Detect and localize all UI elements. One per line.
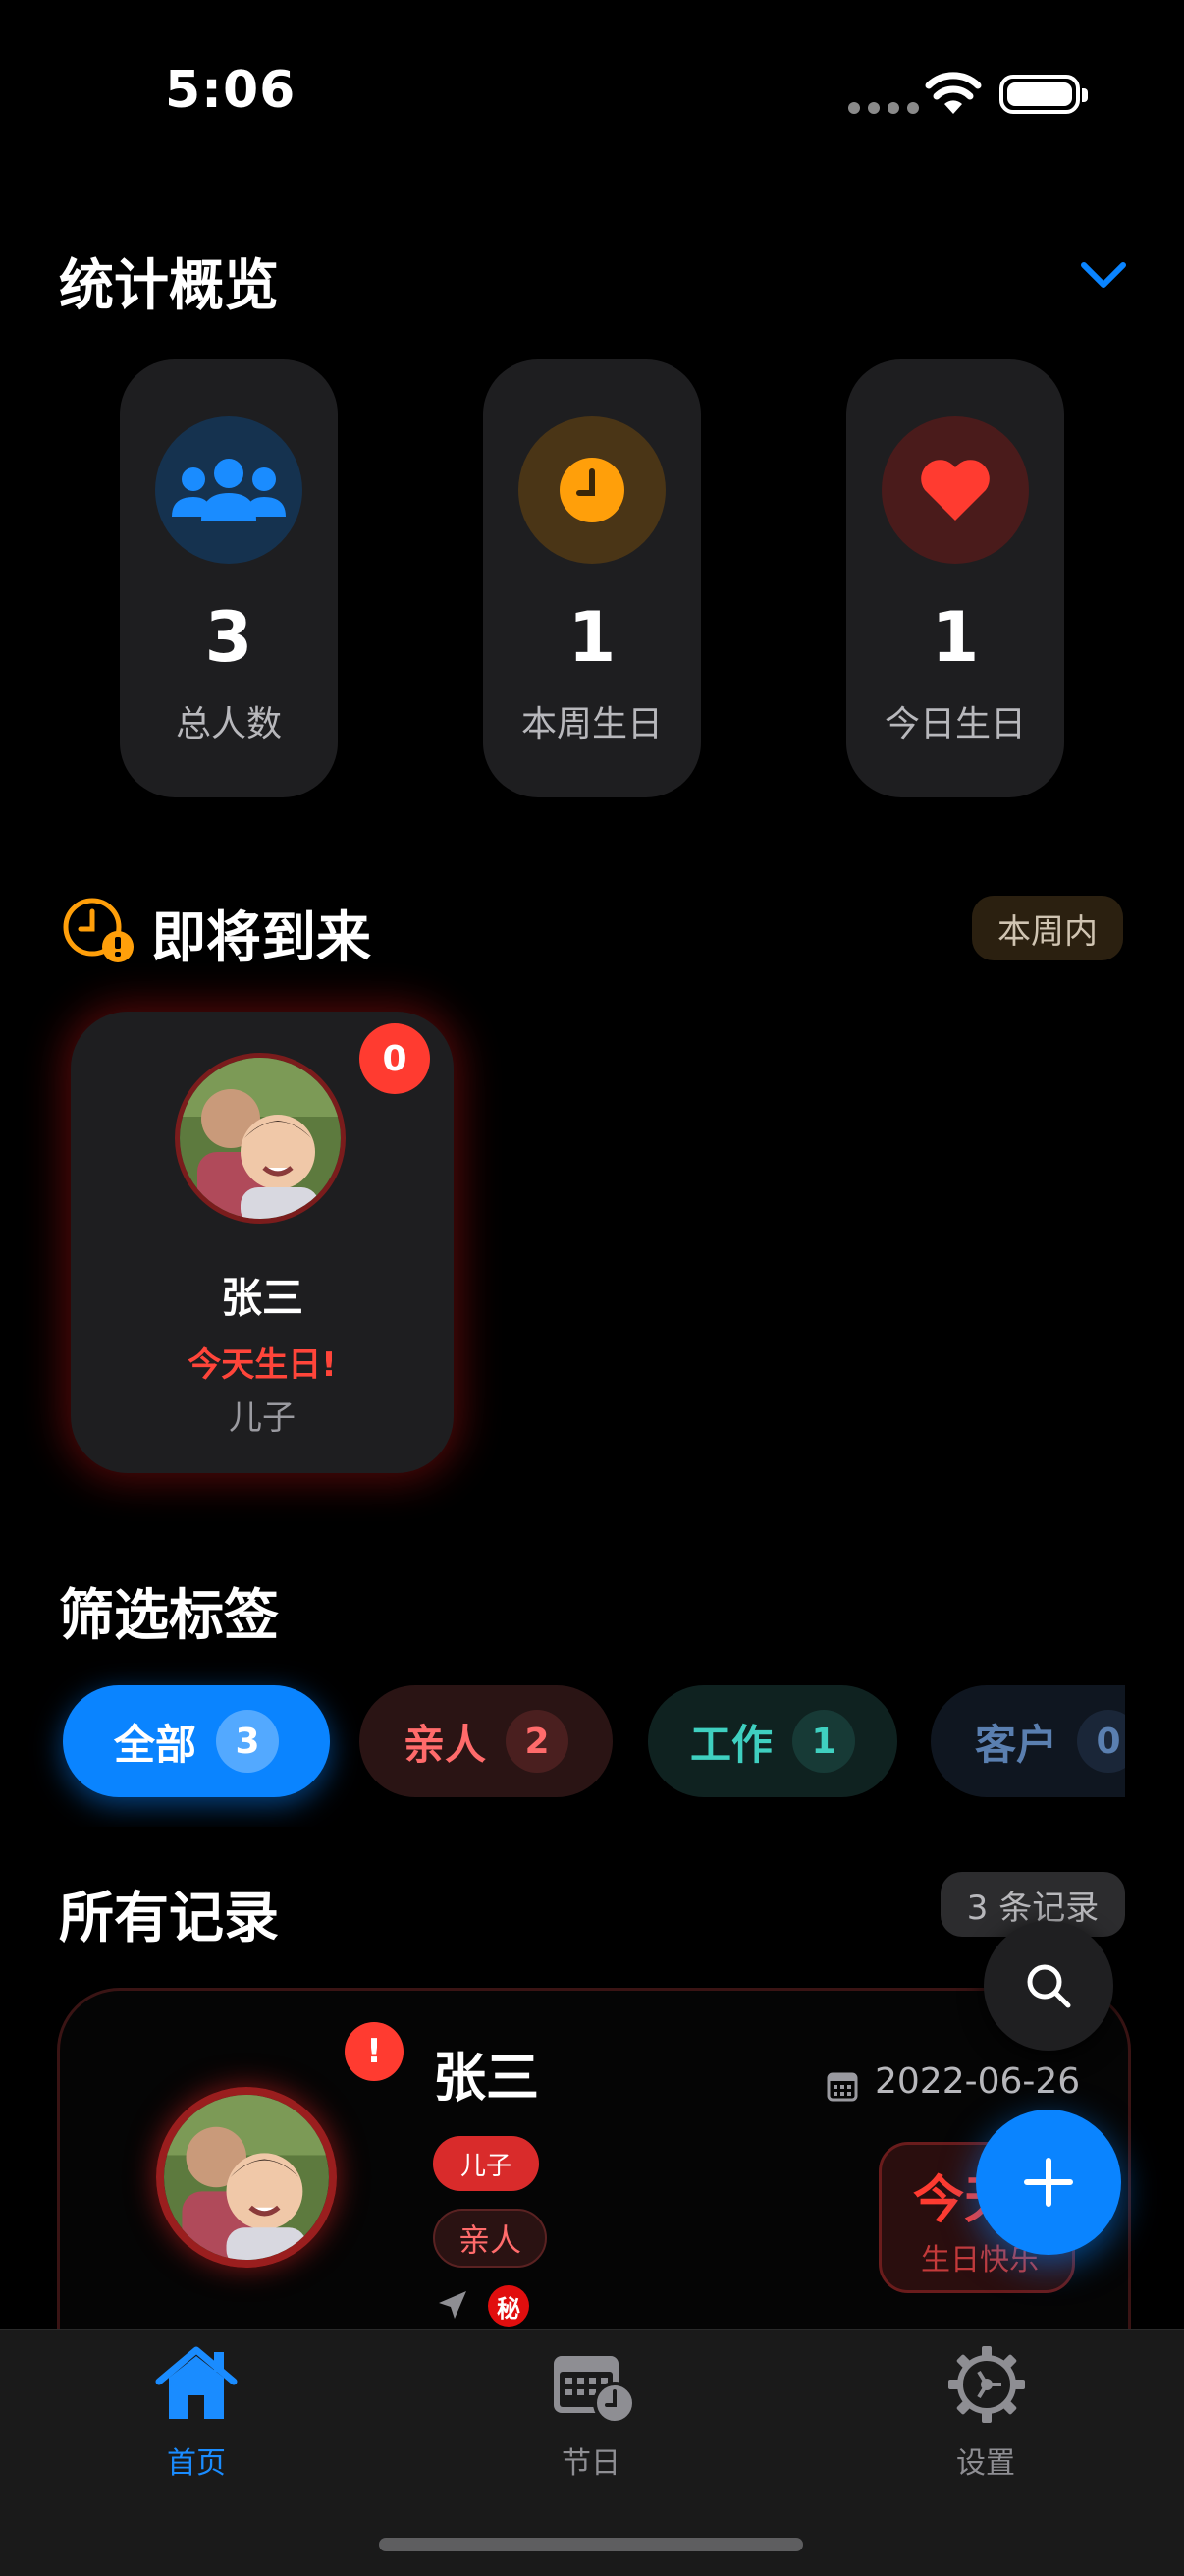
chip-count: 1 [792,1710,855,1773]
avatar [175,1053,346,1224]
filter-chip-client[interactable]: 客户 0 [931,1685,1125,1797]
cellular-signal-icon [848,102,919,114]
clock-alert-icon [63,898,134,962]
upcoming-title: 即将到来 [151,906,371,970]
search-button[interactable] [984,1921,1113,2051]
upcoming-card[interactable]: 0 张三 今天生日! 儿子 [71,1012,454,1473]
person-name: 张三 [433,2047,539,2109]
stat-label: 今日生日 [884,704,1026,744]
filter-chip-family[interactable]: 亲人 2 [359,1685,613,1797]
tab-holidays[interactable]: 节日 [512,2344,670,2501]
upcoming-range-badge: 本周内 [972,896,1123,960]
stat-card-week[interactable]: 1 本周生日 [483,359,701,797]
chip-count: 3 [216,1710,279,1773]
chip-count: 2 [506,1710,568,1773]
stat-value: 3 [204,597,253,678]
chevron-down-icon[interactable] [1078,257,1129,293]
stat-card-total[interactable]: 3 总人数 [120,359,338,797]
tab-label: 首页 [167,2446,226,2481]
stat-value: 1 [931,597,980,678]
birthday-status: 今天生日! [188,1345,337,1385]
filter-chip-all[interactable]: 全部 3 [63,1685,330,1797]
battery-icon [999,75,1088,114]
filter-chip-row[interactable]: 全部 3 亲人 2 工作 1 客户 0 [0,1660,1125,1827]
records-title: 所有记录 [59,1887,279,1950]
stat-value: 1 [567,597,617,678]
wifi-icon [925,72,982,114]
gear-icon [948,2346,1025,2423]
home-icon [155,2346,238,2419]
home-indicator [379,2538,803,2551]
people-icon [155,416,302,564]
avatar [156,2087,337,2268]
group-tag: 亲人 [433,2209,547,2268]
record-date: 2022-06-26 [875,2061,1081,2102]
person-name: 张三 [220,1274,303,1322]
calendar-clock-icon [554,2356,636,2425]
tab-label: 节日 [562,2446,620,2481]
clock-icon [518,416,666,564]
alert-badge: ! [345,2022,404,2081]
chip-label: 亲人 [403,1720,486,1769]
stat-card-today[interactable]: 1 今日生日 [846,359,1064,797]
relation-tag: 儿子 [433,2136,539,2191]
calendar-icon [827,2072,858,2102]
chip-label: 客户 [974,1720,1057,1769]
chip-count: 0 [1077,1710,1125,1773]
tab-settings[interactable]: 设置 [907,2344,1064,2501]
filter-chip-work[interactable]: 工作 1 [648,1685,897,1797]
stat-label: 总人数 [175,704,282,744]
secret-badge: 秘 [488,2285,529,2327]
search-icon [1027,1964,1071,2008]
tab-home[interactable]: 首页 [118,2344,275,2501]
relation-label: 儿子 [229,1398,296,1438]
stats-title: 统计概览 [59,254,279,318]
heart-icon [882,416,1029,564]
stat-label: 本周生日 [520,704,663,744]
location-arrow-icon [439,2291,466,2319]
plus-icon [1024,2158,1073,2207]
status-time: 5:06 [165,61,296,120]
filters-title: 筛选标签 [59,1584,279,1648]
days-badge: 0 [359,1023,430,1094]
add-button[interactable] [976,2110,1121,2255]
chip-label: 全部 [113,1720,196,1769]
tab-label: 设置 [956,2446,1015,2481]
chip-label: 工作 [689,1720,773,1769]
